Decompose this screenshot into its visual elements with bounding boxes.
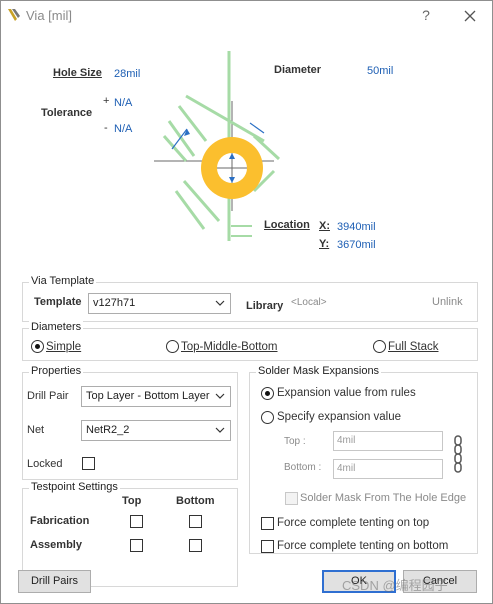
from-hole-edge-checkbox[interactable] (285, 492, 298, 505)
close-icon[interactable] (460, 6, 480, 26)
fabrication-bottom-checkbox[interactable] (189, 515, 202, 528)
template-select[interactable]: v127h71 (88, 293, 231, 314)
link-chain-icon[interactable] (453, 435, 463, 473)
via-app-icon (8, 9, 20, 21)
drill-pairs-button[interactable]: Drill Pairs (18, 570, 91, 593)
diameters-title: Diameters (29, 321, 84, 333)
testpoint-row-fabrication: Fabrication (30, 515, 90, 527)
net-label: Net (27, 424, 45, 436)
chevron-down-icon (215, 300, 225, 306)
solder-mask-title: Solder Mask Expansions (256, 365, 382, 377)
tenting-bottom-label[interactable]: Force complete tenting on bottom (277, 540, 448, 552)
locked-label: Locked (27, 458, 63, 470)
mask-bottom-input[interactable]: 4mil (333, 459, 443, 479)
assembly-top-checkbox[interactable] (130, 539, 143, 552)
tolerance-minus-sign: - (104, 122, 108, 134)
from-hole-edge-label: Solder Mask From The Hole Edge (300, 492, 467, 504)
unlink-button[interactable]: Unlink (432, 296, 463, 308)
location-y-value[interactable]: 3670mil (337, 239, 376, 251)
diameter-value[interactable]: 50mil (367, 65, 393, 77)
mask-top-input[interactable]: 4mil (333, 431, 443, 451)
diameter-top-middle-bottom-radio[interactable] (166, 340, 179, 353)
hole-size-value[interactable]: 28mil (114, 68, 140, 80)
locked-checkbox[interactable] (82, 457, 95, 470)
tolerance-minus-value[interactable]: N/A (114, 123, 132, 135)
tolerance-plus-sign: + (103, 95, 110, 107)
help-button[interactable]: ? (418, 7, 434, 25)
testpoint-row-assembly: Assembly (30, 539, 82, 551)
title-bar[interactable]: Via [mil] ? (1, 1, 492, 31)
assembly-bottom-checkbox[interactable] (189, 539, 202, 552)
diameter-simple-label[interactable]: Simple (46, 341, 81, 353)
chevron-down-icon (215, 393, 225, 399)
specify-expansion-label[interactable]: Specify expansion value (277, 411, 401, 423)
testpoint-title: Testpoint Settings (29, 481, 120, 493)
library-value: <Local> (291, 297, 327, 308)
location-label: Location (264, 219, 310, 231)
via-template-title: Via Template (29, 275, 97, 287)
drill-pair-label: Drill Pair (27, 390, 69, 402)
diameter-label: Diameter (274, 64, 322, 76)
expansion-from-rules-label[interactable]: Expansion value from rules (277, 387, 416, 399)
diameter-simple-radio[interactable] (31, 340, 44, 353)
watermark: CSDN @编程园子 (342, 578, 448, 593)
template-select-value: v127h71 (93, 297, 136, 309)
net-select[interactable]: NetR2_2 (81, 420, 231, 441)
tenting-top-label[interactable]: Force complete tenting on top (277, 517, 429, 529)
fabrication-top-checkbox[interactable] (130, 515, 143, 528)
location-y-label: Y: (319, 238, 330, 250)
drill-pair-select[interactable]: Top Layer - Bottom Layer (81, 386, 231, 407)
diameter-full-stack-label[interactable]: Full Stack (388, 341, 439, 353)
properties-title: Properties (29, 365, 84, 377)
hole-size-label: Hole Size (53, 67, 102, 79)
dialog-content: Hole Size 28mil Tolerance + N/A - N/A Di… (4, 31, 490, 603)
via-dialog: Via [mil] ? Hole Size 28mil Tolerance + … (0, 0, 493, 604)
diameter-full-stack-radio[interactable] (373, 340, 386, 353)
location-x-label: X: (319, 220, 330, 232)
mask-top-label: Top : (284, 436, 306, 447)
specify-expansion-radio[interactable] (261, 411, 274, 424)
tenting-bottom-checkbox[interactable] (261, 540, 274, 553)
testpoint-col-top: Top (122, 495, 142, 507)
tolerance-plus-value[interactable]: N/A (114, 97, 132, 109)
tolerance-label: Tolerance (41, 107, 93, 119)
testpoint-col-bottom: Bottom (176, 495, 215, 507)
drill-pair-select-value: Top Layer - Bottom Layer (86, 390, 210, 402)
window-title: Via [mil] (26, 8, 72, 23)
via-preview-graphic (154, 51, 281, 241)
diameter-top-middle-bottom-label[interactable]: Top-Middle-Bottom (181, 341, 278, 353)
location-x-value[interactable]: 3940mil (337, 221, 376, 233)
tenting-top-checkbox[interactable] (261, 517, 274, 530)
template-label: Template (34, 296, 82, 308)
expansion-from-rules-radio[interactable] (261, 387, 274, 400)
chevron-down-icon (215, 427, 225, 433)
net-select-value: NetR2_2 (86, 424, 130, 436)
library-label: Library (246, 300, 284, 312)
mask-bottom-label: Bottom : (284, 462, 322, 473)
